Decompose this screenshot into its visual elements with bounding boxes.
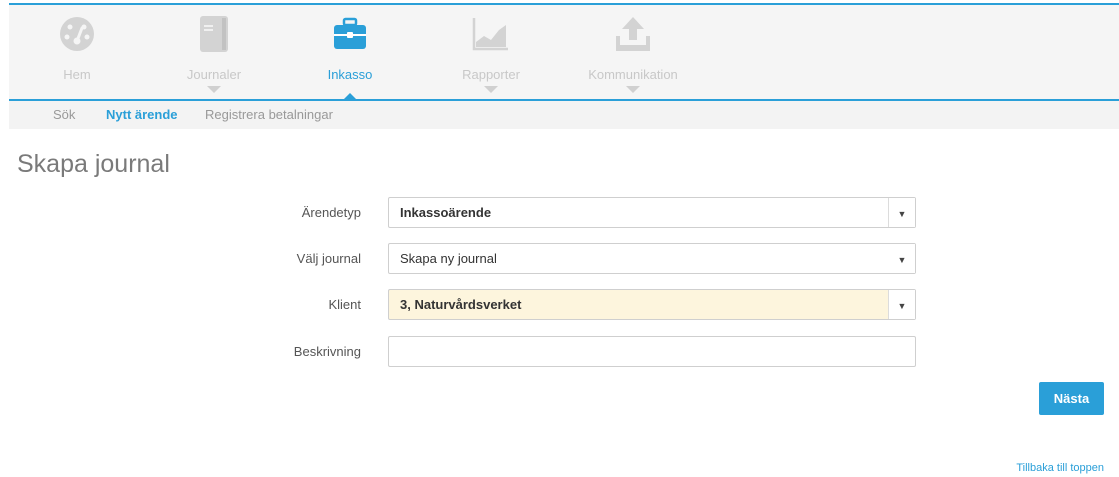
form-row-klient: Klient 3, Naturvårdsverket ▼ bbox=[0, 289, 1119, 322]
nav-label: Hem bbox=[63, 67, 91, 82]
form-row-beskrivning: Beskrivning bbox=[0, 336, 1119, 369]
dashboard-icon bbox=[60, 17, 94, 51]
nav-item-journaler[interactable]: Journaler bbox=[174, 5, 254, 100]
klient-value: 3, Naturvårdsverket bbox=[400, 297, 522, 312]
beskrivning-label: Beskrivning bbox=[293, 344, 361, 359]
nav-item-kommunikation[interactable]: Kommunikation bbox=[583, 5, 683, 100]
chevron-down-icon bbox=[207, 86, 221, 93]
book-icon bbox=[200, 16, 228, 52]
page-title: Skapa journal bbox=[17, 150, 170, 178]
subnav-item-sok[interactable]: Sök bbox=[53, 107, 75, 122]
nav-item-hem[interactable]: Hem bbox=[37, 5, 117, 100]
nav-label: Inkasso bbox=[327, 67, 373, 82]
valj-journal-value: Skapa ny journal bbox=[400, 251, 497, 266]
nav-label: Kommunikation bbox=[588, 67, 678, 82]
caret-down-icon: ▼ bbox=[897, 208, 907, 219]
chart-icon bbox=[472, 18, 508, 51]
arendetyp-value: Inkassoärende bbox=[400, 205, 492, 220]
form-row-arendetyp: Ärendetyp Inkassoärende ▼ bbox=[0, 197, 1119, 230]
dropdown-toggle[interactable]: ▼ bbox=[888, 198, 915, 227]
next-button[interactable]: Nästa bbox=[1039, 382, 1104, 415]
klient-select[interactable]: 3, Naturvårdsverket ▼ bbox=[388, 289, 916, 320]
main-nav: Hem Journaler Inkasso Rapporter Kommunik… bbox=[9, 5, 1119, 101]
dropdown-toggle[interactable]: ▼ bbox=[888, 290, 915, 319]
briefcase-icon bbox=[334, 17, 366, 49]
beskrivning-input[interactable] bbox=[388, 336, 916, 367]
dropdown-toggle[interactable]: ▼ bbox=[889, 244, 915, 273]
nav-label: Rapporter bbox=[462, 67, 520, 82]
valj-journal-label: Välj journal bbox=[296, 251, 361, 266]
caret-down-icon: ▼ bbox=[897, 254, 907, 265]
arendetyp-select[interactable]: Inkassoärende ▼ bbox=[388, 197, 916, 228]
sub-nav: Sök Nytt ärende Registrera betalningar bbox=[9, 101, 1119, 129]
chevron-down-icon bbox=[484, 86, 498, 93]
upload-icon bbox=[616, 17, 650, 51]
valj-journal-select[interactable]: Skapa ny journal ▼ bbox=[388, 243, 916, 274]
chevron-down-icon bbox=[626, 86, 640, 93]
caret-down-icon: ▼ bbox=[897, 300, 907, 311]
nav-item-rapporter[interactable]: Rapporter bbox=[451, 5, 531, 100]
nav-label: Journaler bbox=[186, 67, 242, 82]
back-to-top-link[interactable]: Tillbaka till toppen bbox=[1016, 462, 1104, 474]
subnav-item-nytt-arende[interactable]: Nytt ärende bbox=[106, 107, 178, 122]
nav-item-inkasso[interactable]: Inkasso bbox=[310, 5, 390, 101]
form-row-valj-journal: Välj journal Skapa ny journal ▼ bbox=[0, 243, 1119, 276]
subnav-item-registrera-betalningar[interactable]: Registrera betalningar bbox=[205, 107, 333, 122]
arendetyp-label: Ärendetyp bbox=[301, 205, 361, 220]
klient-label: Klient bbox=[328, 297, 361, 312]
